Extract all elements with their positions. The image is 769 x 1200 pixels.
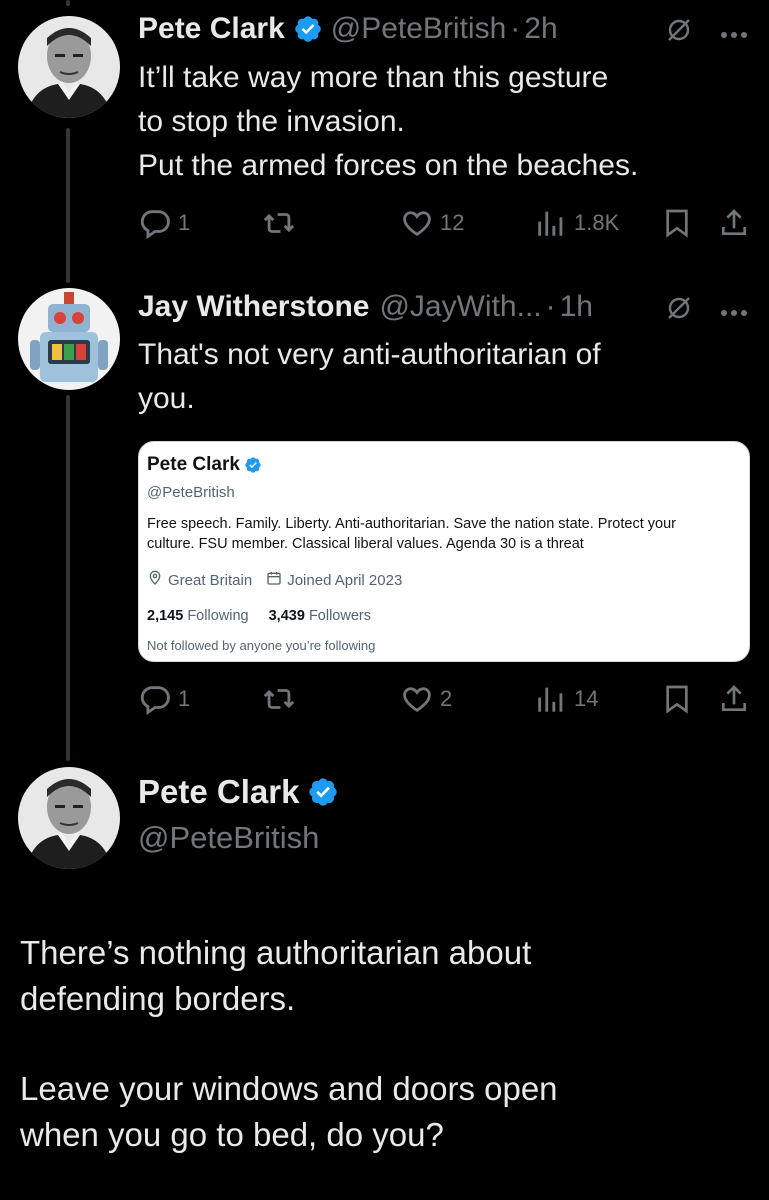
card-profile-name: Pete Clark: [147, 454, 262, 476]
retweet-icon: [262, 206, 296, 240]
main-author-handle[interactable]: @PeteBritish: [138, 820, 319, 856]
separator-dot: ·: [510, 12, 521, 45]
main-text-line: defending borders.: [20, 980, 296, 1017]
share-button[interactable]: [718, 679, 750, 719]
bookmark-icon: [661, 206, 693, 240]
separator-dot: ·: [545, 290, 556, 323]
retweet-icon: [262, 682, 296, 716]
tweet-header: Pete Clark @PeteBritish · 2h: [138, 4, 558, 54]
card-name-text: Pete Clark: [147, 454, 240, 475]
bookmark-icon: [661, 682, 693, 716]
reply-count: 1: [178, 210, 191, 235]
reply-button[interactable]: 1: [138, 679, 190, 719]
timestamp[interactable]: 2h: [524, 12, 557, 46]
reply-icon: [138, 206, 172, 240]
thread-line-1: [66, 128, 70, 283]
like-icon: [400, 682, 434, 716]
author-handle[interactable]: @JayWith...: [379, 290, 541, 324]
bookmark-button[interactable]: [661, 203, 693, 243]
thread-line-2: [66, 395, 70, 761]
calendar-icon: [266, 570, 287, 590]
reply-button[interactable]: 1: [138, 203, 190, 243]
retweet-button[interactable]: [262, 203, 296, 243]
views-count: 1.8K: [574, 210, 620, 235]
like-icon: [400, 206, 434, 240]
like-count: 12: [440, 210, 465, 235]
followers-label: Followers: [308, 608, 371, 624]
author-handle[interactable]: @PeteBritish: [331, 12, 507, 46]
avatar[interactable]: [18, 288, 120, 390]
author-name[interactable]: Jay Witherstone: [138, 290, 369, 324]
like-button[interactable]: 2: [400, 679, 452, 719]
card-joined: Joined April 2023: [266, 570, 402, 590]
avatar[interactable]: [18, 767, 120, 869]
main-text-line: when you go to bed, do you?: [20, 1116, 444, 1153]
views-button[interactable]: 1.8K: [534, 203, 619, 243]
reply-count: 1: [178, 686, 191, 711]
card-followers: 3,439 Followers: [269, 608, 371, 624]
tweet-text-line: Put the armed forces on the beaches.: [138, 149, 639, 182]
tweet-text-line: you.: [138, 382, 195, 415]
tweet-text: It’ll take way more than this gesture to…: [138, 56, 638, 188]
main-author-name-text: Pete Clark: [138, 773, 300, 810]
main-text-line: Leave your windows and doors open: [20, 1070, 558, 1107]
views-icon: [534, 206, 568, 240]
share-button[interactable]: [718, 203, 750, 243]
following-label: Following: [187, 608, 249, 624]
card-profile-bio: Free speech. Family. Liberty. Anti-autho…: [147, 514, 743, 554]
followers-count: 3,439: [268, 608, 305, 624]
card-bio-line: culture. FSU member. Classical liberal v…: [147, 536, 584, 552]
main-tweet-text: There’s nothing authoritarian about defe…: [20, 930, 558, 1158]
main-text-line: There’s nothing authoritarian about: [20, 934, 532, 971]
retweet-button[interactable]: [262, 679, 296, 719]
card-profile-handle: @PeteBritish: [147, 484, 235, 501]
views-count: 14: [574, 686, 599, 711]
card-bio-line: Free speech. Family. Liberty. Anti-autho…: [147, 516, 676, 532]
more-icon[interactable]: [720, 304, 748, 322]
like-button[interactable]: 12: [400, 203, 464, 243]
card-profile-meta: Great Britain Joined April 2023: [147, 570, 416, 590]
embedded-profile-card[interactable]: Pete Clark @PeteBritish Free speech. Fam…: [138, 441, 750, 662]
following-count: 2,145: [147, 608, 184, 624]
location-icon: [147, 570, 168, 590]
verified-badge-icon: [244, 456, 262, 474]
share-icon: [718, 682, 750, 716]
tweet-header: Jay Witherstone @JayWith... · 1h: [138, 282, 593, 332]
tweet-text-line: That's not very anti-authoritarian of: [138, 338, 601, 371]
tweet-text-line: It’ll take way more than this gesture: [138, 61, 609, 94]
views-icon: [534, 682, 568, 716]
avatar[interactable]: [18, 16, 120, 118]
card-profile-stats: 2,145 Following 3,439 Followers: [147, 608, 387, 624]
like-count: 2: [440, 686, 453, 711]
author-name[interactable]: Pete Clark: [138, 12, 285, 46]
tweet-actions: 1 2 14: [138, 679, 758, 719]
more-icon[interactable]: [720, 26, 748, 44]
card-following: 2,145 Following: [147, 608, 249, 624]
share-icon: [718, 206, 750, 240]
tweet-text: That's not very anti-authoritarian of yo…: [138, 333, 601, 421]
card-joined-text: Joined April 2023: [287, 571, 403, 589]
grok-icon[interactable]: [666, 295, 692, 326]
main-author-name[interactable]: Pete Clark: [138, 773, 339, 811]
verified-badge-icon: [307, 776, 339, 808]
grok-icon[interactable]: [666, 17, 692, 48]
tweet-actions: 1 12 1.8K: [138, 203, 758, 243]
reply-icon: [138, 682, 172, 716]
card-location-text: Great Britain: [168, 571, 253, 589]
card-followed-note: Not followed by anyone you’re following: [147, 638, 376, 653]
timestamp[interactable]: 1h: [560, 290, 593, 324]
tweet-text-line: to stop the invasion.: [138, 105, 405, 138]
bookmark-button[interactable]: [661, 679, 693, 719]
views-button[interactable]: 14: [534, 679, 598, 719]
thread-line-top: [66, 0, 70, 6]
card-location: Great Britain: [147, 570, 252, 590]
verified-badge-icon: [293, 14, 323, 44]
